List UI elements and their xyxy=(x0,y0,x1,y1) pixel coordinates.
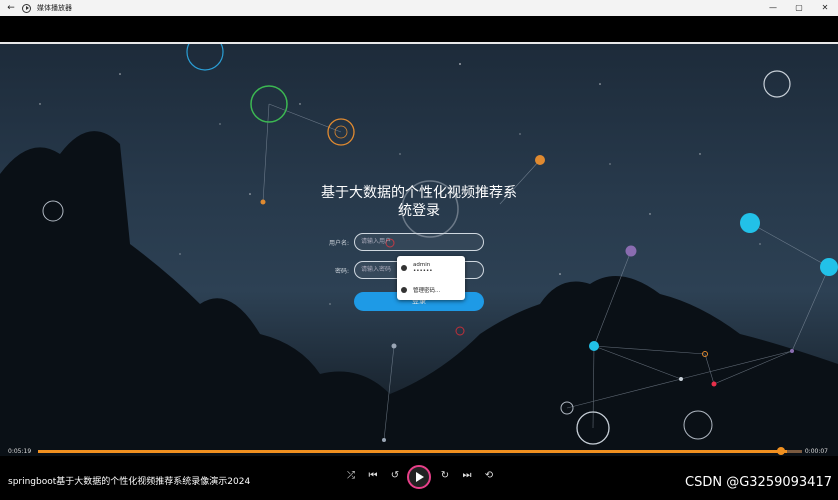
seek-bar-fill xyxy=(38,450,787,453)
video-caption: springboot基于大数据的个性化视频推荐系统录像演示2024 xyxy=(8,477,251,487)
username-field[interactable]: 请输入用户 xyxy=(354,233,484,251)
shuffle-icon[interactable]: ⤮ xyxy=(344,470,358,481)
maximize-button[interactable]: ▢ xyxy=(786,0,812,16)
title-bar: ← 媒体播放器 — ▢ ✕ xyxy=(0,0,838,16)
autofill-manage-row[interactable]: 管理密码... xyxy=(401,286,440,294)
repeat-icon[interactable]: ⟲ xyxy=(482,470,496,481)
media-player-icon xyxy=(22,3,31,13)
player-controls: springboot基于大数据的个性化视频推荐系统录像演示2024 ⤮ ⏮ ↺ … xyxy=(0,458,838,500)
autofill-popup: admin •••••• 管理密码... xyxy=(397,256,465,300)
window-title: 媒体播放器 xyxy=(37,4,72,12)
seek-bar[interactable] xyxy=(38,450,802,453)
rewind-10-icon[interactable]: ↺ xyxy=(388,470,402,481)
csdn-watermark: CSDN @G3259093417 xyxy=(685,475,832,490)
letterbox-top xyxy=(0,16,838,42)
autofill-account-row[interactable]: admin •••••• xyxy=(401,262,432,274)
close-button[interactable]: ✕ xyxy=(812,0,838,16)
key-icon xyxy=(401,287,407,293)
forward-30-icon[interactable]: ↻ xyxy=(438,470,452,481)
window-controls: — ▢ ✕ xyxy=(760,0,838,16)
elapsed-time: 0:05:19 xyxy=(8,448,32,455)
login-title-line1: 基于大数据的个性化视频推荐系 xyxy=(321,185,517,201)
autofill-password: •••••• xyxy=(413,268,433,274)
manage-passwords-link: 管理密码... xyxy=(413,288,441,294)
password-label: 密码: xyxy=(335,268,350,275)
back-button[interactable]: ← xyxy=(0,3,22,13)
username-label: 用户名: xyxy=(329,240,350,247)
play-button[interactable] xyxy=(407,465,431,489)
remaining-time: 0:00:07 xyxy=(804,448,828,455)
seek-handle[interactable] xyxy=(777,447,785,455)
login-title-line2: 统登录 xyxy=(398,203,440,219)
next-icon[interactable]: ⏭ xyxy=(460,470,474,481)
minimize-button[interactable]: — xyxy=(760,0,786,16)
previous-icon[interactable]: ⏮ xyxy=(366,470,380,481)
video-frame[interactable]: 基于大数据的个性化视频推荐系 统登录 用户名: 请输入用户 密码: 请输入密码 … xyxy=(0,44,838,456)
login-title: 基于大数据的个性化视频推荐系 统登录 xyxy=(300,184,538,220)
key-icon xyxy=(401,265,407,271)
